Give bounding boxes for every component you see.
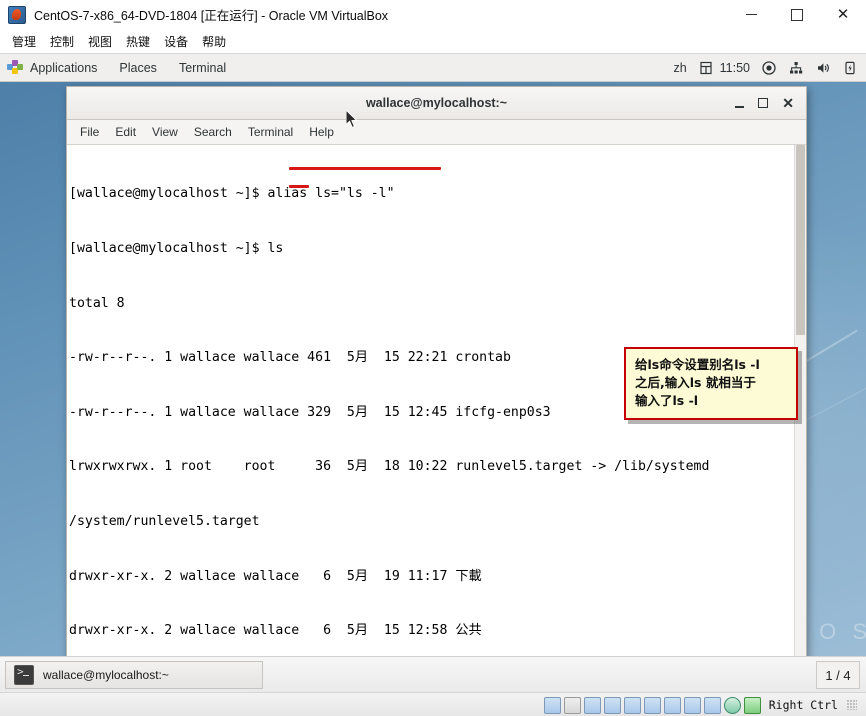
virtualbox-statusbar: Right Ctrl — [0, 692, 866, 716]
close-button[interactable]: ✕ — [820, 0, 866, 29]
host-taskbar: wallace@mylocalhost:~ 1 / 4 — [0, 656, 866, 693]
vbox-menu-manage[interactable]: 管理 — [6, 31, 42, 52]
vbox-menu-control[interactable]: 控制 — [44, 31, 80, 52]
hard-disk-icon[interactable] — [543, 696, 561, 714]
screenshot-root: CentOS-7-x86_64-DVD-1804 [正在运行] - Oracle… — [0, 0, 866, 716]
gnome-menu-applications[interactable]: Applications — [30, 61, 97, 75]
annotation-callout: 给ls命令设置别名ls -l 之后,输入ls 就相当于 输入了ls -l — [624, 347, 798, 420]
clock-time: 11:50 — [719, 60, 750, 75]
workspace-indicator[interactable]: 1 / 4 — [816, 661, 860, 689]
vbox-menu-view[interactable]: 视图 — [82, 31, 118, 52]
resize-grip[interactable] — [847, 700, 857, 710]
globe-icon[interactable] — [723, 696, 741, 714]
terminal-menu-help[interactable]: Help — [302, 124, 341, 140]
gnome-menu-places[interactable]: Places — [119, 61, 157, 75]
annotation-callout-line: 之后,输入ls 就相当于 — [635, 375, 756, 390]
taskbar-item-label: wallace@mylocalhost:~ — [43, 668, 169, 682]
terminal-line: [wallace@mylocalhost ~]$ ls — [69, 241, 284, 256]
gnome-menu-terminal[interactable]: Terminal — [179, 61, 226, 75]
network-adapter-icon[interactable] — [603, 696, 621, 714]
host-key-icon[interactable] — [743, 696, 761, 714]
close-icon: ✕ — [836, 6, 850, 23]
terminal-icon — [14, 665, 34, 685]
virtualbox-window-title: CentOS-7-x86_64-DVD-1804 [正在运行] - Oracle… — [34, 9, 389, 23]
gnome-panel-right: zh 11:50 — [673, 54, 858, 81]
minimize-button[interactable] — [728, 0, 774, 29]
terminal-menubar: File Edit View Search Terminal Help — [67, 120, 806, 145]
annotation-callout-line: 输入了ls -l — [635, 393, 699, 408]
terminal-line: total 8 — [69, 295, 125, 311]
network-icon[interactable] — [788, 60, 804, 76]
terminal-line: /system/runlevel5.target — [69, 513, 260, 529]
vbox-menu-devices[interactable]: 设备 — [158, 31, 194, 52]
terminal-menu-edit[interactable]: Edit — [108, 124, 143, 140]
terminal-menu-view[interactable]: View — [145, 124, 185, 140]
terminal-menu-search[interactable]: Search — [187, 124, 239, 140]
virtualbox-window-buttons: ✕ — [728, 0, 866, 29]
annotation-underline-alias — [289, 167, 441, 170]
minimize-icon — [745, 14, 757, 15]
battery-icon[interactable] — [842, 60, 858, 76]
virtualbox-titlebar: CentOS-7-x86_64-DVD-1804 [正在运行] - Oracle… — [0, 0, 866, 30]
terminal-line: lrwxrwxrwx. 1 root root 36 5月 18 10:22 r… — [69, 459, 710, 475]
record-indicator-icon[interactable] — [761, 60, 777, 76]
terminal-titlebar[interactable]: wallace@mylocalhost:~ ✕ — [67, 87, 806, 120]
terminal-window-controls: ✕ — [735, 87, 800, 119]
maximize-button[interactable] — [774, 0, 820, 29]
terminal-close-button[interactable]: ✕ — [782, 96, 794, 110]
maximize-icon — [758, 98, 769, 108]
host-key-label: Right Ctrl — [768, 698, 838, 712]
gnome-panel-left: Applications Places Terminal — [0, 60, 248, 75]
terminal-minimize-button[interactable] — [735, 98, 745, 108]
terminal-menu-terminal[interactable]: Terminal — [241, 124, 300, 140]
mouse-cursor — [345, 108, 359, 129]
usb-icon[interactable] — [623, 696, 641, 714]
clock-area[interactable]: 11:50 — [698, 60, 750, 76]
terminal-menu-file[interactable]: File — [73, 124, 106, 140]
terminal-scrollbar-thumb[interactable] — [796, 145, 805, 335]
terminal-line: drwxr-xr-x. 2 wallace wallace 6 5月 15 12… — [69, 623, 482, 639]
terminal-line: drwxr-xr-x. 2 wallace wallace 6 5月 19 11… — [69, 568, 482, 584]
terminal-title: wallace@mylocalhost:~ — [365, 96, 508, 110]
vbox-menu-help[interactable]: 帮助 — [196, 31, 232, 52]
floppy-icon[interactable] — [583, 696, 601, 714]
guest-screen: T O S Applications Places Terminal zh 11… — [0, 54, 866, 656]
workspace-indicator-label: 1 / 4 — [825, 667, 851, 683]
recording-icon[interactable] — [683, 696, 701, 714]
keyboard-layout-indicator[interactable]: zh — [673, 61, 686, 75]
minimize-icon — [735, 106, 745, 108]
terminal-line: [wallace@mylocalhost ~]$ alias ls="ls -l… — [69, 186, 395, 202]
optical-disk-icon[interactable] — [563, 696, 581, 714]
annotation-callout-line: 给ls命令设置别名ls -l — [635, 357, 760, 372]
volume-icon[interactable] — [815, 60, 831, 76]
vbox-menu-hotkey[interactable]: 热键 — [120, 31, 156, 52]
shared-folder-icon[interactable] — [643, 696, 661, 714]
virtualbox-vm-icon — [8, 5, 26, 24]
terminal-maximize-button[interactable] — [758, 98, 769, 108]
close-icon: ✕ — [782, 95, 794, 111]
maximize-icon — [791, 8, 803, 21]
virtualbox-menubar: 管理 控制 视图 热键 设备 帮助 — [0, 29, 866, 54]
calendar-icon — [698, 60, 714, 76]
display-icon[interactable] — [663, 696, 681, 714]
annotation-underline-ls — [289, 185, 309, 188]
taskbar-item-terminal[interactable]: wallace@mylocalhost:~ — [5, 661, 263, 689]
mouse-integration-icon[interactable] — [703, 696, 721, 714]
virtualbox-status-icons: Right Ctrl — [543, 696, 866, 714]
applications-logo-icon — [7, 60, 23, 75]
gnome-top-panel: Applications Places Terminal zh 11:50 — [0, 54, 866, 82]
